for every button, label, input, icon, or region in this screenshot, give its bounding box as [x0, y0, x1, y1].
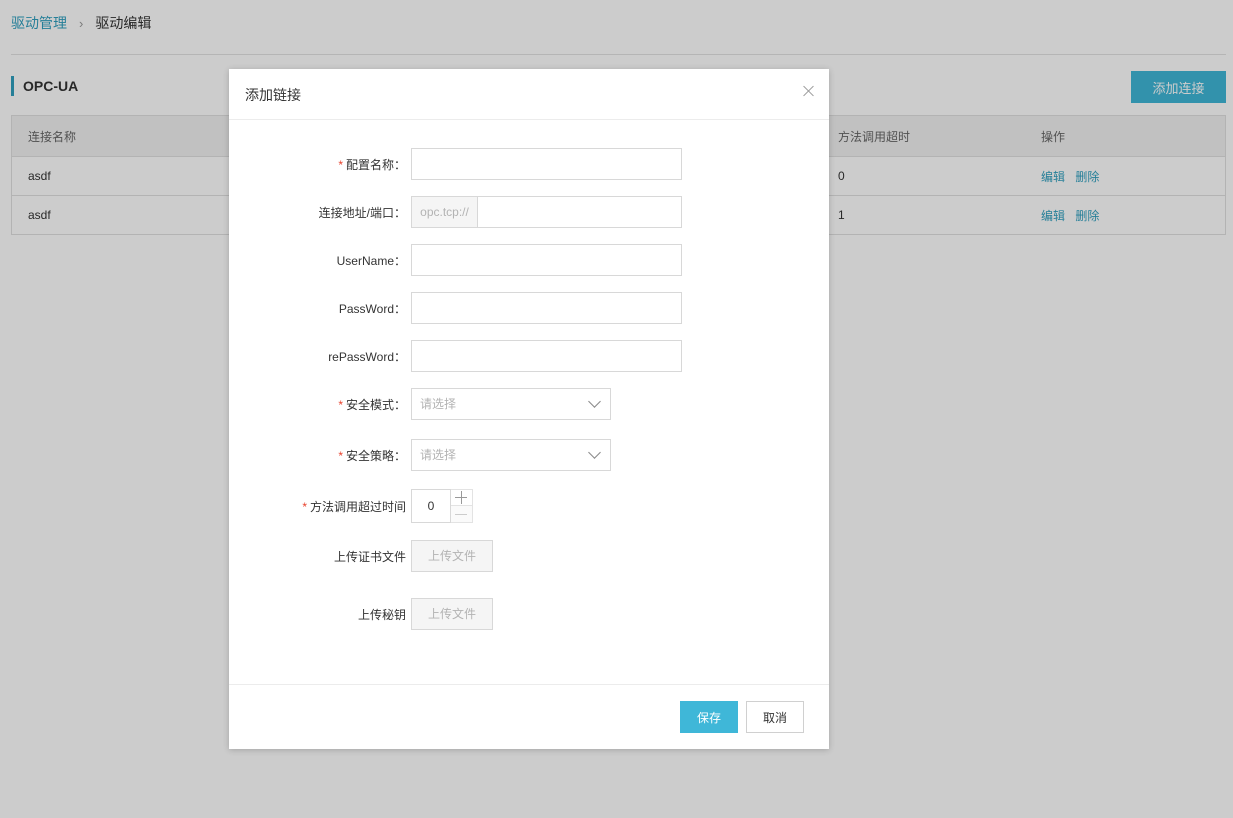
address-input-group: opc.tcp://: [411, 196, 682, 228]
config-name-label: * 配置名称：: [338, 157, 406, 172]
dialog-title: 添加链接: [245, 87, 301, 103]
chevron-down-icon: [588, 447, 602, 461]
username-input[interactable]: [411, 244, 682, 276]
dialog-header: 添加链接: [229, 69, 829, 120]
username-label: UserName：: [336, 253, 406, 268]
repassword-label: rePassWord：: [328, 349, 406, 364]
dialog-footer: 保存 取消: [229, 684, 829, 749]
security-policy-placeholder: 请选择: [420, 448, 457, 462]
timeout-stepper: 0: [411, 489, 473, 523]
key-upload-row: 上传秘钥 上传文件: [229, 598, 493, 630]
close-icon[interactable]: [801, 83, 817, 99]
security-policy-select[interactable]: 请选择: [411, 439, 611, 471]
security-mode-row: * 安全模式： 请选择: [229, 388, 611, 420]
timeout-label: * 方法调用超过时间: [302, 499, 406, 514]
cert-upload-label: 上传证书文件: [333, 549, 406, 564]
required-mark: *: [338, 397, 343, 412]
address-row: 连接地址/端口： opc.tcp://: [229, 196, 682, 228]
cert-upload-row: 上传证书文件 上传文件: [229, 540, 493, 572]
cancel-button[interactable]: 取消: [746, 701, 804, 733]
security-policy-row: * 安全策略： 请选择: [229, 439, 611, 471]
chevron-down-icon: [588, 396, 602, 410]
security-mode-placeholder: 请选择: [420, 397, 457, 411]
config-name-input[interactable]: [411, 148, 682, 180]
password-row: PassWord：: [229, 292, 682, 324]
security-mode-select[interactable]: 请选择: [411, 388, 611, 420]
required-mark: *: [338, 157, 343, 172]
stepper-buttons: [451, 489, 473, 523]
required-mark: *: [338, 448, 343, 463]
security-policy-label: * 安全策略：: [338, 448, 406, 463]
security-mode-label: * 安全模式：: [338, 397, 406, 412]
config-name-row: * 配置名称：: [229, 148, 682, 180]
minus-icon[interactable]: [451, 506, 473, 523]
address-input[interactable]: [477, 196, 682, 228]
page: 驱动管理 › 驱动编辑 OPC-UA 添加连接 连接名称 方法调用超时 操作 a…: [0, 0, 1233, 818]
cert-upload-button[interactable]: 上传文件: [411, 540, 493, 572]
timeout-row: * 方法调用超过时间 0: [229, 489, 473, 523]
password-input[interactable]: [411, 292, 682, 324]
required-mark: *: [302, 499, 307, 514]
timeout-input[interactable]: 0: [411, 489, 451, 523]
add-link-dialog: 添加链接 * 配置名称： 连接地址/端口： opc.tcp:// UserName…: [229, 69, 829, 749]
key-upload-button[interactable]: 上传文件: [411, 598, 493, 630]
password-label: PassWord：: [338, 301, 406, 316]
repassword-row: rePassWord：: [229, 340, 682, 372]
repassword-input[interactable]: [411, 340, 682, 372]
save-button[interactable]: 保存: [680, 701, 738, 733]
username-row: UserName：: [229, 244, 682, 276]
key-upload-label: 上传秘钥: [357, 607, 406, 622]
plus-icon[interactable]: [451, 489, 473, 506]
address-label: 连接地址/端口：: [318, 205, 406, 220]
address-prefix: opc.tcp://: [411, 196, 477, 228]
